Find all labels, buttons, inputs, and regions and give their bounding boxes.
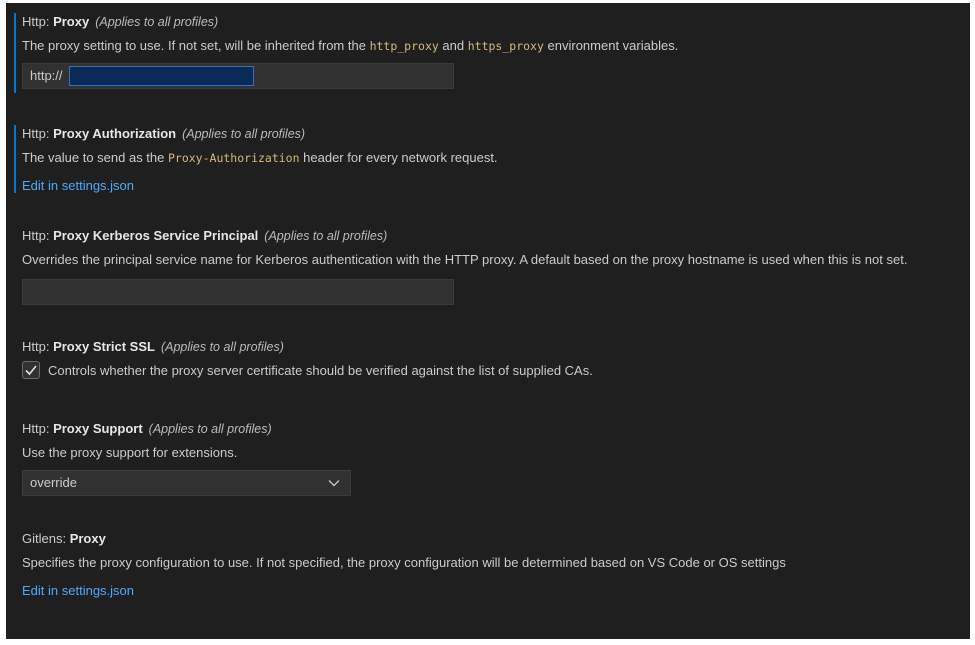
setting-scope: (Applies to all profiles) [264,229,388,243]
setting-key: Proxy Strict SSL [53,339,155,354]
setting-key: Proxy Support [53,421,143,436]
inline-code: Proxy-Authorization [167,151,300,165]
setting-scope: (Applies to all profiles) [95,15,219,29]
proxy-input[interactable]: http:// [22,63,454,89]
setting-description: The proxy setting to use. If not set, wi… [22,37,970,55]
strict-ssl-row: Controls whether the proxy server certif… [22,361,970,379]
setting-title: Http: Proxy Support (Applies to all profi… [22,420,970,438]
setting-description: Specifies the proxy configuration to use… [22,555,786,570]
edit-in-settings-json-link[interactable]: Edit in settings.json [22,582,970,600]
setting-category: Http: [22,339,54,354]
redacted-value [69,66,254,86]
setting-category: Gitlens: [22,531,70,546]
setting-key: Proxy [53,14,90,29]
setting-category: Http: [22,228,54,243]
strict-ssl-label: Controls whether the proxy server certif… [48,362,593,378]
setting-category: Http: [22,421,54,436]
desc-text: environment variables. [543,38,679,53]
setting-description: The value to send as the Proxy-Authoriza… [22,149,970,167]
setting-gitlens-proxy: Gitlens: Proxy Specifies the proxy confi… [6,530,970,600]
inline-code: https_proxy [467,39,544,53]
setting-key: Proxy Kerberos Service Principal [53,228,259,243]
desc-text: The value to send as the [22,150,168,165]
setting-category: Http: [22,14,54,29]
proxy-input-value: http:// [30,68,63,83]
setting-title: Http: Proxy (Applies to all profiles) [22,13,970,31]
modified-indicator [14,13,16,93]
setting-scope: (Applies to all profiles) [160,340,284,354]
chevron-down-icon [328,480,340,487]
desc-text: header for every network request. [299,150,498,165]
modified-indicator [14,125,16,193]
desc-text: The proxy setting to use. If not set, wi… [22,38,370,53]
setting-description: Overrides the principal service name for… [22,252,908,267]
inline-code: http_proxy [369,39,439,53]
setting-title: Http: Proxy Kerberos Service Principal (A… [22,227,970,245]
settings-panel: Http: Proxy (Applies to all profiles) The… [6,3,970,639]
kerberos-principal-input[interactable] [22,279,454,305]
edit-in-settings-json-link[interactable]: Edit in settings.json [22,177,970,195]
proxy-support-select[interactable]: override [22,470,351,496]
setting-title: Gitlens: Proxy [22,530,970,548]
setting-key: Proxy Authorization [53,126,177,141]
setting-http-proxy-authorization: Http: Proxy Authorization (Applies to all… [6,125,970,195]
desc-text: and [438,38,468,53]
setting-scope: (Applies to all profiles) [182,127,306,141]
setting-key: Proxy [69,531,106,546]
setting-scope: (Applies to all profiles) [148,422,272,436]
proxy-support-selected-value: override [30,475,77,490]
setting-http-proxy-support: Http: Proxy Support (Applies to all profi… [6,420,970,496]
strict-ssl-checkbox[interactable] [22,361,40,379]
checkmark-icon [25,365,37,376]
setting-title: Http: Proxy Authorization (Applies to all… [22,125,970,143]
setting-category: Http: [22,126,54,141]
setting-http-proxy-strict-ssl: Http: Proxy Strict SSL (Applies to all pr… [6,338,970,379]
setting-description: Use the proxy support for extensions. [22,445,238,460]
setting-http-proxy-kerberos: Http: Proxy Kerberos Service Principal (A… [6,227,970,305]
setting-title: Http: Proxy Strict SSL (Applies to all pr… [22,338,970,356]
setting-http-proxy: Http: Proxy (Applies to all profiles) The… [6,13,970,93]
